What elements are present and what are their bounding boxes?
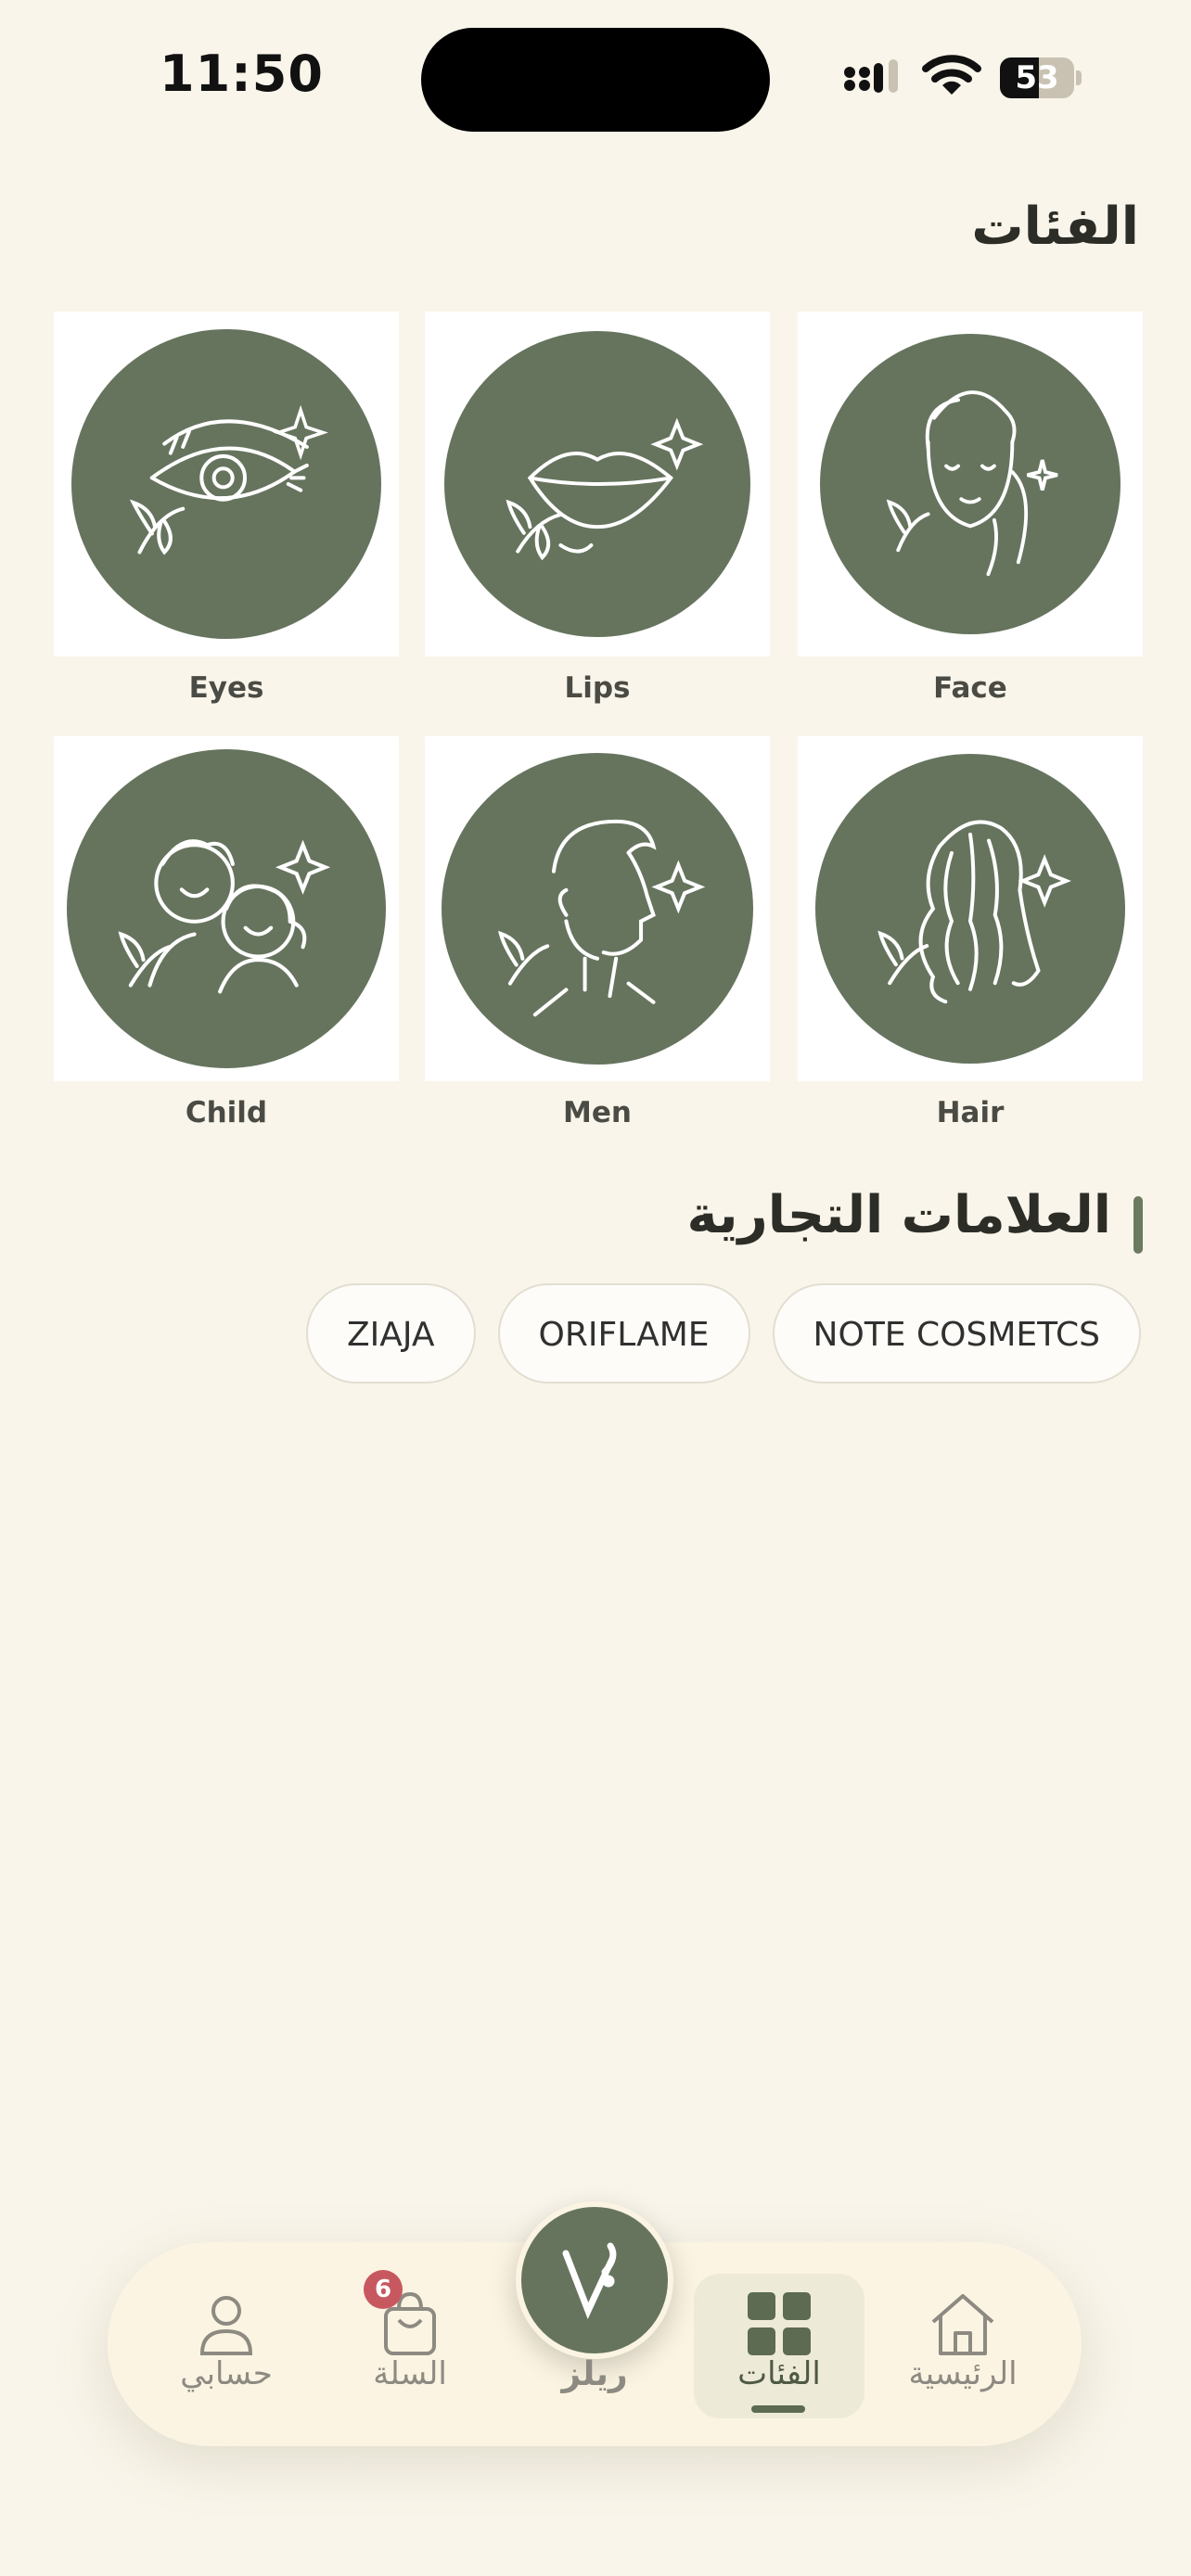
nav-home-label: الرئيسية <box>908 2355 1018 2392</box>
home-icon <box>931 2294 994 2355</box>
category-label: Lips <box>564 671 631 705</box>
category-child[interactable]: Child <box>54 736 399 1129</box>
category-label: Men <box>563 1096 632 1129</box>
reels-button[interactable] <box>516 2201 673 2359</box>
nav-account[interactable]: حسابي <box>143 2242 310 2446</box>
status-bar: 11:50 53 <box>0 0 1191 139</box>
brand-chip-oriflame[interactable]: ORIFLAME <box>497 1283 750 1384</box>
battery-icon: 53 <box>1000 57 1082 98</box>
brand-chip-note-cosmetics[interactable]: NOTE COSMETCS <box>772 1283 1141 1384</box>
category-label: Face <box>933 671 1007 705</box>
nav-cart-label: السلة <box>373 2355 447 2392</box>
cart-count-badge: 6 <box>364 2270 403 2309</box>
brand-logo-icon <box>562 2242 617 2319</box>
nav-active-indicator <box>751 2405 805 2413</box>
categories-title: الفئات <box>971 197 1139 257</box>
category-label: Child <box>185 1096 268 1129</box>
eye-icon <box>129 404 328 555</box>
user-icon <box>199 2296 253 2355</box>
status-time: 11:50 <box>160 45 324 103</box>
nav-account-label: حسابي <box>180 2355 273 2392</box>
children-icon <box>118 839 331 994</box>
category-men[interactable]: Men <box>425 736 770 1129</box>
man-profile-icon <box>497 819 706 1017</box>
category-eyes[interactable]: Eyes <box>54 312 399 705</box>
category-label: Hair <box>936 1096 1005 1129</box>
reels-label: ريلز <box>561 2355 628 2393</box>
lips-icon <box>506 417 704 561</box>
face-icon <box>886 390 1058 577</box>
cellular-signal-icon <box>844 59 898 93</box>
category-face[interactable]: Face <box>798 312 1143 705</box>
hair-icon <box>877 820 1071 1004</box>
dynamic-island <box>421 28 770 132</box>
section-accent-bar <box>1133 1196 1143 1254</box>
grid-icon <box>748 2292 811 2355</box>
brands-title: العلامات التجارية <box>686 1185 1111 1245</box>
category-label: Eyes <box>188 671 264 705</box>
category-lips[interactable]: Lips <box>425 312 770 705</box>
brand-chips: NOTE COSMETCS ORIFLAME ZIAJA <box>306 1283 1141 1384</box>
nav-categories[interactable]: الفئات <box>696 2242 863 2446</box>
wifi-icon <box>922 55 981 95</box>
brand-chip-ziaja[interactable]: ZIAJA <box>306 1283 476 1384</box>
category-hair[interactable]: Hair <box>798 736 1143 1129</box>
nav-home[interactable]: الرئيسية <box>879 2242 1046 2446</box>
nav-cart[interactable]: السلة <box>327 2242 493 2446</box>
nav-categories-label: الفئات <box>737 2355 821 2392</box>
